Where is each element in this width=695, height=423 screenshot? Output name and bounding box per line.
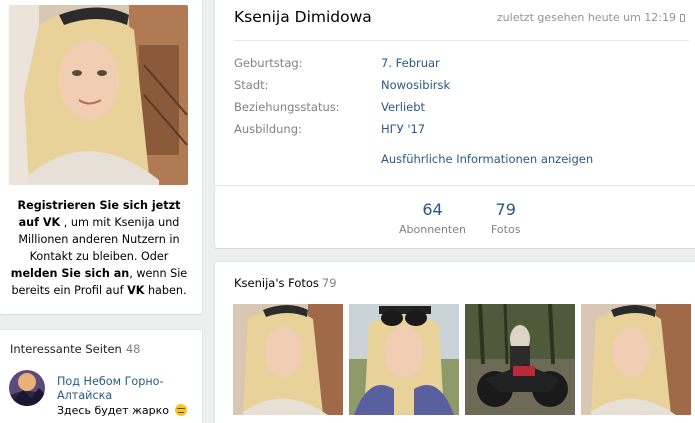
page-status: Здесь будет жарко (57, 404, 187, 417)
photo-thumbnail[interactable] (581, 304, 691, 415)
info-value-education[interactable]: НГУ '17 (381, 122, 425, 136)
page-status-text: Здесь будет жарко (57, 404, 170, 417)
emoji-icon (174, 404, 187, 416)
photos-count: 79 (321, 276, 337, 290)
last-seen-text: zuletzt gesehen heute um 12:19 (496, 11, 676, 24)
profile-name: Ksenija Dimidowa (234, 8, 372, 26)
register-text-3: haben. (144, 284, 187, 297)
profile-sidebar-card: Registrieren Sie sich jetzt auf VK , um … (0, 0, 202, 314)
photo-thumbnail[interactable] (465, 304, 575, 415)
counter-value: 79 (495, 200, 516, 219)
info-value-birthday[interactable]: 7. Februar (381, 56, 440, 70)
info-value-city[interactable]: Nowosibirsk (381, 78, 450, 92)
interesting-pages-title: Interessante Seiten (10, 342, 122, 356)
info-label: Geburtstag: (234, 56, 303, 70)
interesting-pages-count: 48 (125, 342, 141, 356)
profile-info-card: Ksenija Dimidowa zuletzt gesehen heute u… (215, 0, 695, 248)
interesting-pages-header[interactable]: Interessante Seiten 48 (10, 342, 140, 356)
photo-thumbnail[interactable] (233, 304, 343, 415)
info-label: Beziehungsstatus: (234, 100, 340, 114)
page-name[interactable]: Под Небом Горно-Алтайска (57, 375, 197, 403)
interesting-pages-card: Interessante Seiten 48 Под Небом Горно-Ал… (0, 330, 202, 423)
vk-link: VK (127, 284, 145, 297)
profile-avatar[interactable] (9, 5, 188, 185)
photos-card: Ksenija's Fotos 79 (215, 262, 695, 423)
photo-thumbnail[interactable] (349, 304, 459, 415)
info-value-relationship[interactable]: Verliebt (381, 100, 425, 114)
page-avatar[interactable] (9, 370, 45, 406)
counter-value: 64 (422, 200, 443, 219)
divider (234, 40, 689, 41)
info-label: Ausbildung: (234, 122, 302, 136)
photos-title: Ksenija's Fotos (234, 276, 319, 290)
counter-photos[interactable]: 79 Fotos (491, 200, 520, 236)
info-label: Stadt: (234, 78, 269, 92)
divider (215, 185, 695, 186)
phone-icon (680, 14, 685, 22)
photos-header[interactable]: Ksenija's Fotos 79 (234, 276, 337, 290)
login-link[interactable]: melden Sie sich an (11, 267, 129, 280)
counter-followers[interactable]: 64 Abonnenten (399, 200, 466, 236)
show-more-info-link[interactable]: Ausführliche Informationen anzeigen (381, 152, 593, 166)
last-seen-status: zuletzt gesehen heute um 12:19 (497, 11, 685, 24)
register-prompt: Registrieren Sie sich jetzt auf VK , um … (8, 197, 190, 299)
counter-label: Fotos (491, 223, 521, 236)
counter-label: Abonnenten (399, 223, 466, 236)
